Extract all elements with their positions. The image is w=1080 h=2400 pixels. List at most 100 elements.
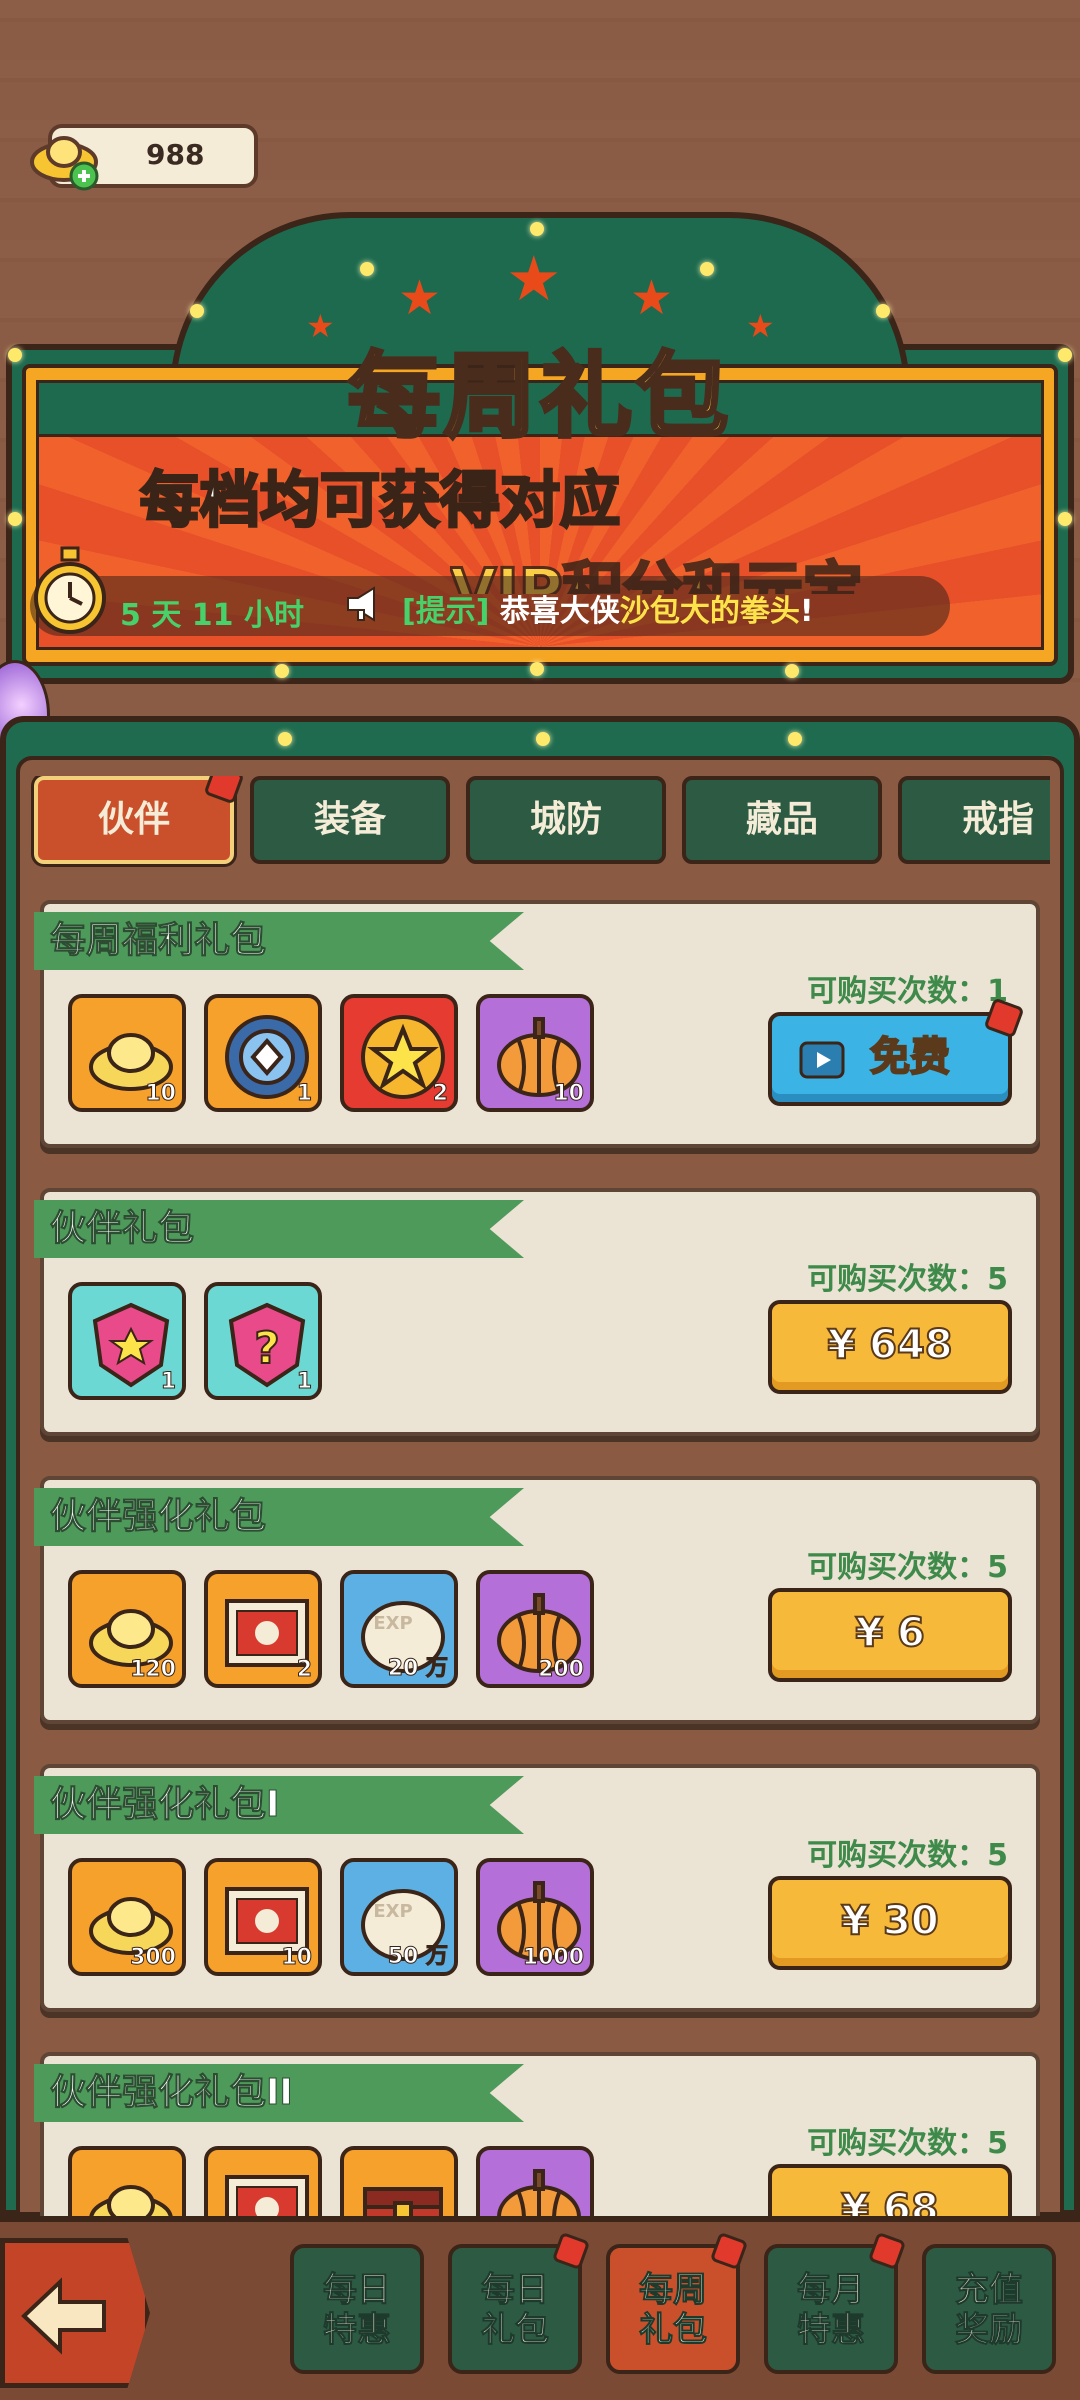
gift-pack-card: 伙伴礼包 1? 1 可购买次数：5 ¥ 648 — [34, 1188, 1040, 1436]
star-icon: ★ — [630, 270, 674, 326]
item-count: 1000 — [522, 1945, 584, 1971]
reward-item[interactable]: 1000 — [476, 1858, 594, 1976]
gift-pack-card: 伙伴强化礼包II 可购买次数：5 ¥ 68 — [34, 2052, 1040, 2216]
item-count: 2 — [432, 1081, 448, 1107]
buy-button[interactable]: ¥ 648 — [768, 1300, 1012, 1394]
light-bulb — [8, 512, 22, 526]
reward-item[interactable]: 2 — [204, 1570, 322, 1688]
star-icon: ★ — [506, 242, 562, 315]
nav-button[interactable]: 每日 礼包 — [448, 2231, 591, 2374]
svg-text:EXP: EXP — [373, 1613, 412, 1634]
light-bulb — [275, 664, 289, 678]
reward-item[interactable]: ? 1 — [204, 1282, 322, 1400]
red-ticket-icon — [225, 2175, 309, 2216]
nav-label-line2: 礼包 — [639, 2310, 708, 2351]
item-count: 20 万 — [387, 1656, 448, 1682]
light-bulb — [278, 732, 292, 746]
reward-item[interactable] — [340, 2146, 458, 2216]
tab-label: 装备 — [313, 799, 386, 840]
nav-button[interactable]: 每日 特惠 — [290, 2244, 424, 2374]
tab-defense[interactable]: 城防 — [466, 776, 666, 864]
item-count: 10 — [145, 1081, 177, 1107]
item-count: 300 — [130, 1945, 177, 1971]
banner-title: 每周礼包 — [346, 341, 732, 452]
gift-pack-card: 每周福利礼包 10 1 2 10 可购买次数：1 免费 — [34, 900, 1040, 1148]
buy-button[interactable]: ¥ 30 — [768, 1876, 1012, 1970]
button-label: ¥ 648 — [826, 1321, 953, 1369]
nav-label-line2: 奖励 — [955, 2310, 1024, 2351]
tab-equipment[interactable]: 装备 — [250, 776, 450, 864]
item-count: 1 — [160, 1369, 176, 1395]
reward-item[interactable]: EXP 50 万 — [340, 1858, 458, 1976]
item-count: 1 — [296, 1369, 312, 1395]
item-count: 10 — [553, 1081, 585, 1107]
light-bulb — [360, 262, 374, 276]
tab-ring[interactable]: 戒指 — [898, 776, 1050, 864]
light-bulb — [876, 304, 890, 318]
item-count: 2 — [296, 1657, 312, 1683]
tip-mid: 恭喜大侠 — [499, 594, 620, 629]
buy-button[interactable]: ¥ 6 — [768, 1588, 1012, 1682]
tip-highlight: 沙包大的拳头 — [619, 594, 800, 629]
reward-item[interactable]: 10 — [204, 1858, 322, 1976]
light-bulb — [700, 262, 714, 276]
reward-item[interactable]: 10 — [476, 994, 594, 1112]
light-bulb — [788, 732, 802, 746]
reward-item[interactable]: 1 — [204, 994, 322, 1112]
reward-item[interactable]: 300 — [68, 1858, 186, 1976]
gift-pack-card: 伙伴强化礼包 120 2 EXP 20 万 200 可购买次数：5 ¥ 6 — [34, 1476, 1040, 1724]
pack-list[interactable]: 每周福利礼包 10 1 2 10 可购买次数：1 免费 伙伴礼包 1? 1 可购买次数：5 ¥ 648… — [30, 900, 1050, 2216]
reward-item[interactable]: 200 — [476, 1570, 594, 1688]
nav-label-line1: 每周 — [639, 2270, 708, 2311]
nav-label-line1: 每日 — [481, 2270, 550, 2311]
item-count: 120 — [130, 1657, 177, 1683]
purchase-limit: 可购买次数：1 — [807, 974, 1008, 1009]
tab-label: 伙伴 — [97, 799, 170, 840]
free-claim-button[interactable]: 免费 — [768, 997, 1025, 1106]
countdown-timer: 5 天 11 小时 — [120, 598, 304, 633]
nav-button[interactable]: 每月 特惠 — [764, 2231, 907, 2374]
tab-partner[interactable]: 伙伴 — [34, 776, 245, 864]
currency-display[interactable]: 988 — [28, 122, 258, 192]
reward-item[interactable] — [68, 2146, 186, 2216]
purchase-limit: 可购买次数：5 — [807, 2126, 1008, 2161]
chest-icon — [363, 2187, 443, 2216]
item-count: 50 万 — [387, 1944, 448, 1970]
purchase-limit: 可购买次数：5 — [807, 1550, 1008, 1585]
buy-button[interactable]: ¥ 68 — [768, 2164, 1012, 2216]
light-bulb — [530, 662, 544, 676]
pack-title: 伙伴强化礼包II — [34, 2064, 524, 2122]
pack-title: 伙伴强化礼包I — [34, 1776, 524, 1834]
tab-collection[interactable]: 藏品 — [682, 776, 882, 864]
item-count: 1 — [296, 1081, 312, 1107]
reward-item[interactable] — [204, 2146, 322, 2216]
banner-subtitle: 每档均可获得对应 — [139, 465, 622, 538]
button-label: ¥ 30 — [840, 1897, 939, 1945]
nav-label-line2: 特惠 — [797, 2310, 866, 2351]
reward-item[interactable]: 1 — [68, 1282, 186, 1400]
video-ad-icon — [799, 1041, 845, 1079]
nav-label-line1: 每月 — [797, 2270, 866, 2311]
reward-item[interactable] — [476, 2146, 594, 2216]
megaphone-icon — [347, 586, 375, 622]
back-arrow-icon[interactable] — [20, 2276, 110, 2356]
reward-item[interactable]: 120 — [68, 1570, 186, 1688]
light-bulb — [190, 304, 204, 318]
nav-button[interactable]: 每周 礼包 — [606, 2231, 749, 2374]
light-bulb — [536, 732, 550, 746]
reward-item[interactable]: 2 — [340, 994, 458, 1112]
tip-prefix: [提示] — [402, 594, 490, 629]
reward-item[interactable]: 10 — [68, 994, 186, 1112]
pack-title: 伙伴礼包 — [34, 1200, 524, 1258]
purchase-limit: 可购买次数：5 — [807, 1262, 1008, 1297]
light-bulb — [1058, 512, 1072, 526]
gold-ingot-add-icon[interactable] — [28, 122, 106, 192]
button-label: 免费 — [869, 1033, 951, 1081]
reward-item[interactable]: EXP 20 万 — [340, 1570, 458, 1688]
nav-label-line2: 礼包 — [481, 2310, 550, 2351]
svg-text:EXP: EXP — [373, 1901, 412, 1922]
tip-suffix: ! — [799, 594, 814, 629]
currency-amount: 988 — [146, 138, 205, 171]
star-icon: ★ — [398, 270, 442, 326]
nav-button[interactable]: 充值 奖励 — [922, 2244, 1056, 2374]
